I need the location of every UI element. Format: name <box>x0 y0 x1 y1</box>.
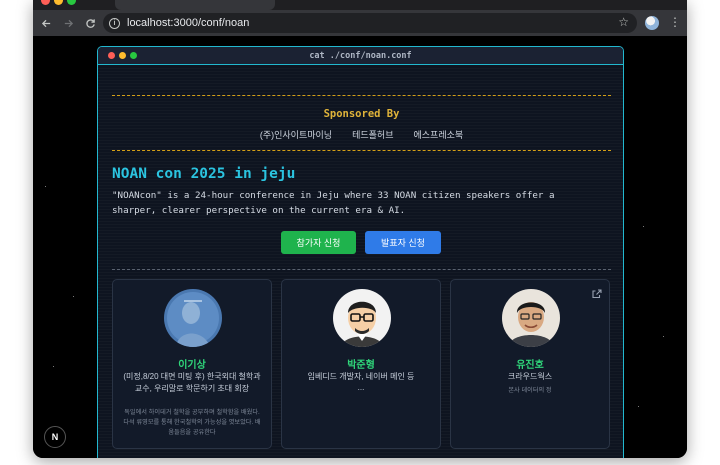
url-text[interactable]: localhost:3000/conf/noan <box>127 17 249 29</box>
speaker-bio: ... <box>357 383 365 392</box>
close-window-icon[interactable] <box>41 0 50 5</box>
external-link-icon[interactable] <box>592 286 602 299</box>
speaker-role: (미정,8/20 대면 미팅 후) 한국외대 철학과 교수, 우리말로 학문하기… <box>123 372 261 393</box>
site-info-icon[interactable]: i <box>109 17 120 29</box>
speaker-apply-button[interactable]: 발표자 신청 <box>365 231 441 254</box>
more-menu-icon[interactable]: ⋮ <box>669 15 681 29</box>
speaker-card[interactable]: 유진호 크라우드웍스 본사 데이터의 정 <box>450 279 610 449</box>
forward-icon[interactable] <box>59 14 77 32</box>
devtools-badge-icon[interactable]: N <box>44 426 66 448</box>
terminal-close-dot <box>108 52 115 59</box>
sponsor-section: Sponsored By (주)인사이트마이닝 테드폴허브 에스프레소북 <box>112 95 611 151</box>
speaker-role: 임베디드 개발자, 네이버 메인 등 <box>307 372 415 381</box>
speaker-card[interactable]: 이기상 (미정,8/20 대면 미팅 후) 한국외대 철학과 교수, 우리말로 … <box>112 279 272 449</box>
sponsor-item[interactable]: (주)인사이트마이닝 <box>260 128 332 141</box>
active-tab[interactable] <box>115 0 275 10</box>
background-star <box>73 296 74 297</box>
speaker-name: 이기상 <box>178 360 206 371</box>
reload-icon[interactable] <box>81 14 99 32</box>
background-star <box>638 406 639 407</box>
sponsor-heading: Sponsored By <box>323 108 400 120</box>
section-divider <box>112 269 611 270</box>
speaker-role: 크라우드웍스 <box>507 372 553 381</box>
minimize-window-icon[interactable] <box>54 0 63 5</box>
address-bar[interactable]: i localhost:3000/conf/noan ☆ <box>103 13 637 33</box>
speaker-bio: 본사 데이터의 정 <box>508 387 552 394</box>
speaker-name: 박준형 <box>347 360 375 371</box>
attendee-apply-button[interactable]: 참가자 신청 <box>281 231 356 254</box>
page-viewport: cat ./conf/noan.conf Sponsored By (주)인사이… <box>33 36 687 458</box>
sponsor-item[interactable]: 테드폴허브 <box>352 128 393 141</box>
speaker-card[interactable]: 박준형 임베디드 개발자, 네이버 메인 등 ... <box>281 279 441 449</box>
speaker-bio: 독일에서 하이데거 철학을 공부하며 철학함을 배웠다. 다석 류영모를 통해 … <box>123 409 261 436</box>
maximize-window-icon[interactable] <box>67 0 76 5</box>
conference-title: NOAN con 2025 in jeju <box>112 166 296 182</box>
terminal-window: cat ./conf/noan.conf Sponsored By (주)인사이… <box>97 46 624 458</box>
background-star <box>663 336 664 337</box>
background-star <box>643 226 644 227</box>
tab-strip <box>33 0 687 10</box>
speaker-avatar <box>333 289 391 347</box>
terminal-title-bar: cat ./conf/noan.conf <box>98 47 623 65</box>
profile-avatar-icon[interactable] <box>645 16 659 30</box>
sponsor-list: (주)인사이트마이닝 테드폴허브 에스프레소북 <box>112 128 611 141</box>
conference-description: "NOANcon" is a 24-hour conference in Jej… <box>112 190 555 216</box>
speaker-name: 유진호 <box>516 360 544 371</box>
back-icon[interactable] <box>37 14 55 32</box>
sponsor-item[interactable]: 에스프레소북 <box>413 128 463 141</box>
terminal-minimize-dot <box>119 52 126 59</box>
bookmark-star-icon[interactable]: ☆ <box>618 15 629 29</box>
browser-toolbar: i localhost:3000/conf/noan ☆ ⋮ <box>33 10 687 36</box>
background-star <box>53 366 54 367</box>
background-star <box>45 186 46 187</box>
speaker-avatar <box>164 289 222 347</box>
terminal-title: cat ./conf/noan.conf <box>309 50 412 61</box>
terminal-maximize-dot <box>130 52 137 59</box>
speaker-avatar <box>502 289 560 347</box>
browser-window: i localhost:3000/conf/noan ☆ ⋮ cat ./con… <box>33 0 687 458</box>
